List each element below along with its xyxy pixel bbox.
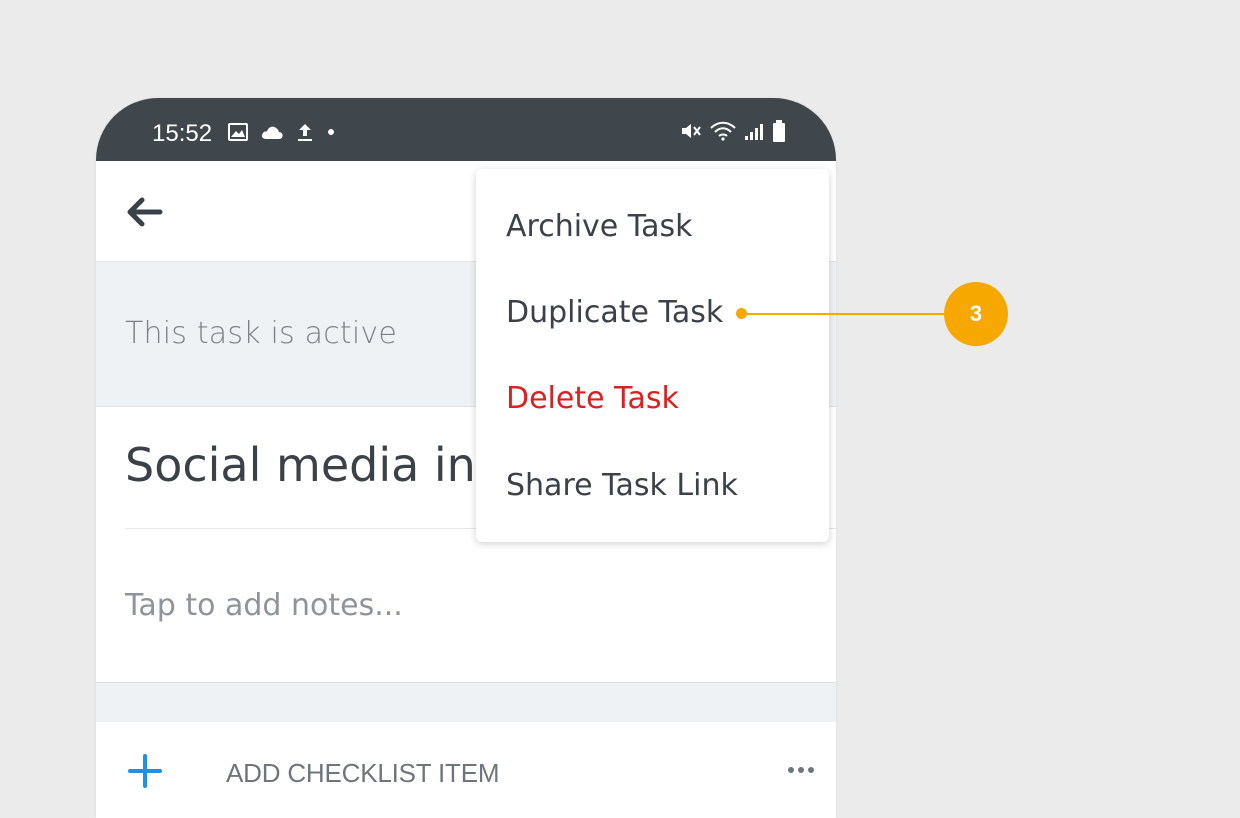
back-arrow-icon	[127, 197, 163, 227]
more-icon[interactable]	[788, 767, 814, 773]
battery-icon	[773, 120, 785, 142]
signal-icon	[745, 124, 763, 140]
status-bar: 15:52	[96, 98, 836, 161]
section-separator	[96, 682, 836, 724]
cloud-icon	[261, 126, 283, 139]
menu-item-archive-task[interactable]: Archive Task	[506, 209, 693, 244]
callout-badge: 3	[944, 282, 1008, 346]
plus-icon[interactable]	[128, 754, 162, 788]
status-time: 15:52	[152, 120, 213, 147]
dot-icon	[328, 129, 334, 135]
callout-dot	[736, 308, 747, 319]
mute-icon	[682, 124, 701, 138]
status-icons-left	[228, 122, 336, 142]
notes-field[interactable]: Tap to add notes...	[125, 588, 403, 623]
more-dot	[788, 767, 794, 773]
more-dot	[808, 767, 814, 773]
image-icon	[228, 123, 248, 141]
menu-item-duplicate-task[interactable]: Duplicate Task	[506, 295, 723, 330]
task-status-text: This task is active	[125, 316, 398, 351]
task-title[interactable]: Social media inte	[125, 438, 522, 492]
upload-icon	[298, 124, 312, 141]
add-checklist-item-row[interactable]: ADD CHECKLIST ITEM	[96, 722, 836, 818]
add-checklist-item-button[interactable]: ADD CHECKLIST ITEM	[226, 758, 500, 789]
wifi-icon	[710, 121, 736, 141]
menu-item-delete-task[interactable]: Delete Task	[506, 381, 679, 416]
back-button[interactable]	[126, 194, 166, 230]
more-dot	[798, 767, 804, 773]
callout-line	[742, 313, 946, 315]
menu-item-share-task-link[interactable]: Share Task Link	[506, 468, 738, 503]
status-icons-right	[680, 120, 786, 142]
task-options-menu: Archive Task Duplicate Task Delete Task …	[476, 169, 829, 542]
